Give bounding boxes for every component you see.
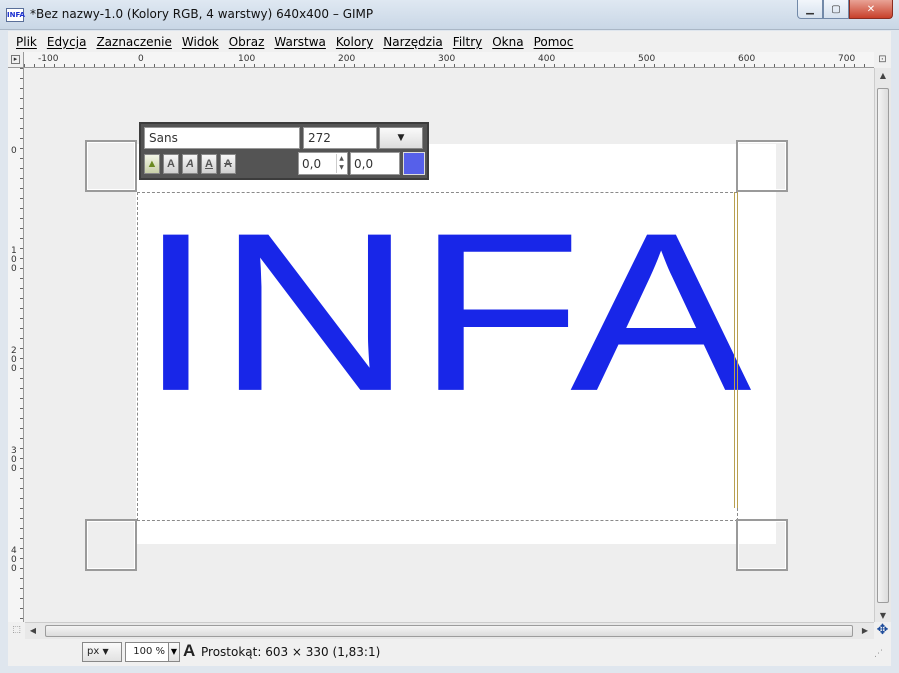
chevron-down-icon: ▼ [102, 647, 109, 656]
maximize-button[interactable]: ▢ [823, 0, 849, 19]
unit-value: px [87, 646, 100, 657]
quick-mask-icon[interactable]: ⬚ [8, 622, 25, 639]
menu-widok[interactable]: Widok [177, 35, 224, 49]
kerning-value: 0,0 [354, 157, 374, 171]
ruler-label: 300 [438, 54, 455, 64]
handle-top-left[interactable] [85, 140, 137, 192]
ruler-label: 0 [138, 54, 144, 64]
navigate-icon[interactable]: ✥ [874, 622, 891, 639]
ruler-label: 100 [238, 54, 255, 64]
ruler-label: 400 [538, 54, 555, 64]
scroll-right-icon[interactable]: ▶ [857, 623, 873, 639]
menu-warstwa[interactable]: Warstwa [269, 35, 331, 49]
scroll-up-icon[interactable]: ▲ [875, 68, 891, 84]
app-icon: INFA [6, 8, 25, 22]
ruler-label: 500 [638, 54, 655, 64]
canvas-area[interactable]: INFA Sans 272 ▼ ▲ A A A A 0,0 ▲ ▼ 0,0 [25, 69, 874, 626]
menu-okna[interactable]: Okna [487, 35, 528, 49]
text-tool-icon: A [183, 641, 196, 660]
font-input[interactable]: Sans [144, 127, 300, 149]
menu-arrow-icon[interactable]: ▸ [8, 52, 24, 68]
baseline-spinner[interactable]: ▲ ▼ [336, 154, 346, 173]
window-title: *Bez nazwy-1.0 (Kolory RGB, 4 warstwy) 6… [30, 7, 374, 21]
scroll-left-icon[interactable]: ◀ [25, 623, 41, 639]
kerning-input[interactable]: 0,0 [350, 152, 400, 175]
text-style-editor: Sans 272 ▼ ▲ A A A A 0,0 ▲ ▼ 0,0 [139, 122, 429, 180]
handle-bottom-right[interactable] [736, 519, 788, 571]
bold-button[interactable]: A [163, 154, 179, 174]
zoom-input[interactable]: 100 % [125, 642, 169, 662]
zoom-dropdown-icon[interactable]: ▼ [168, 642, 180, 662]
text-color-button[interactable] [403, 152, 425, 175]
menu-obraz[interactable]: Obraz [224, 35, 270, 49]
horizontal-scrollbar[interactable]: ◀ ▶ [25, 622, 874, 639]
ruler-label: 600 [738, 54, 755, 64]
resize-grip-icon[interactable]: ⋰ [874, 649, 888, 663]
baseline-input[interactable]: 0,0 ▲ ▼ [298, 152, 348, 175]
status-message: Prostokąt: 603 × 330 (1,83:1) [201, 645, 381, 659]
handle-bottom-left[interactable] [85, 519, 137, 571]
ruler-label: 0 [11, 146, 17, 156]
text-cursor-edge [734, 192, 738, 508]
menu-bar: Plik Edycja Zaznaczenie Widok Obraz Wars… [8, 31, 891, 52]
unit-select[interactable]: px ▼ [82, 642, 122, 662]
window-controls: ▁ ▢ ✕ [797, 0, 893, 20]
clear-style-icon[interactable]: ▲ [144, 154, 160, 174]
ruler-label: 0 [11, 564, 17, 574]
image-window: ▸ -100 0 100 200 300 400 500 600 700 ⊡ 0 100 200 30… [8, 52, 891, 666]
horizontal-ruler[interactable]: -100 0 100 200 300 400 500 600 700 [24, 52, 874, 68]
title-bar: INFA *Bez nazwy-1.0 (Kolory RGB, 4 warst… [0, 0, 899, 30]
text-box-outline[interactable] [137, 192, 738, 521]
underline-button[interactable]: A [201, 154, 217, 174]
menu-plik[interactable]: Plik [11, 35, 42, 49]
vertical-ruler-ticks: 0100200300400 [11, 68, 23, 619]
ruler-label: 200 [338, 54, 355, 64]
close-button[interactable]: ✕ [849, 0, 893, 19]
menu-narzedzia[interactable]: Narzędzia [378, 35, 448, 49]
ruler-label: 0 [11, 464, 17, 474]
menu-edycja[interactable]: Edycja [42, 35, 92, 49]
minimize-button[interactable]: ▁ [797, 0, 823, 19]
vertical-scroll-thumb[interactable] [877, 88, 889, 603]
horizontal-ruler-ticks: -100 0 100 200 300 400 500 600 700 [24, 54, 865, 67]
zoom-fit-icon[interactable]: ⊡ [874, 52, 891, 68]
menu-zaznaczenie[interactable]: Zaznaczenie [91, 35, 176, 49]
vertical-scrollbar[interactable]: ▲ ▼ [874, 68, 891, 626]
italic-button[interactable]: A [182, 154, 198, 174]
vertical-ruler[interactable]: 0100200300400 [8, 68, 24, 626]
menu-filtry[interactable]: Filtry [448, 35, 487, 49]
ruler-label: -100 [38, 54, 59, 64]
ruler-label: 0 [11, 264, 17, 274]
ruler-label: 0 [11, 364, 17, 374]
horizontal-scroll-thumb[interactable] [45, 625, 853, 637]
font-size-input[interactable]: 272 [303, 127, 377, 149]
menu-pomoc[interactable]: Pomoc [529, 35, 579, 49]
handle-top-right[interactable] [736, 140, 788, 192]
strikethrough-button[interactable]: A [220, 154, 236, 174]
baseline-value: 0,0 [302, 157, 322, 171]
ruler-label: 700 [838, 54, 855, 64]
menu-kolory[interactable]: Kolory [331, 35, 378, 49]
size-unit-dropdown[interactable]: ▼ [379, 127, 423, 149]
status-bar: px ▼ 100 % ▼ A Prostokąt: 603 × 330 (1,8… [8, 639, 891, 666]
